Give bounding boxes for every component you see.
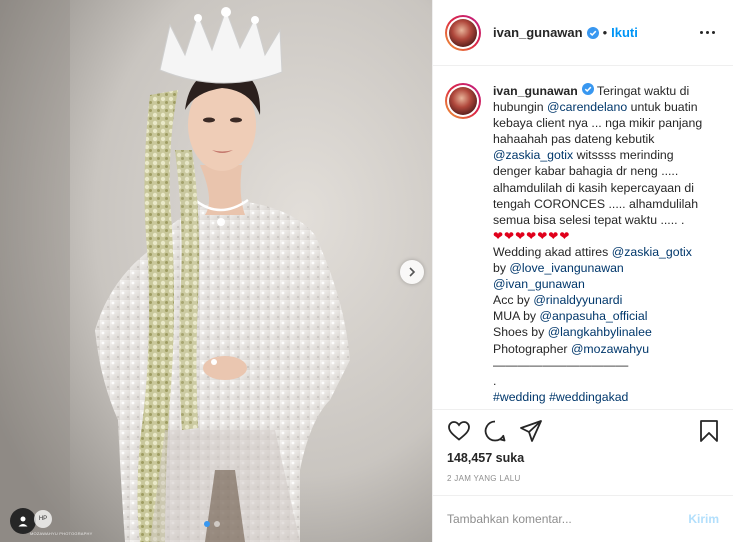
caption-line: alhamdulilah di kasih kepercayaan di xyxy=(493,180,717,196)
mention-link[interactable]: @zaskia_gotix xyxy=(612,245,692,259)
caption-line: hahaahah pas dateng kebutik xyxy=(493,131,717,147)
post-timestamp[interactable]: 2 JAM YANG LALU xyxy=(433,474,733,483)
caption-line: . xyxy=(493,373,717,389)
caption-line: kebaya client nya ... nga mikir panjang xyxy=(493,115,717,131)
mention-link[interactable]: @anpasuha_official xyxy=(539,309,647,323)
caption-line: @zaskia_gotix witssss merinding xyxy=(493,147,717,163)
header-separator: • xyxy=(602,25,608,40)
comment-input[interactable] xyxy=(447,512,689,526)
comment-icon[interactable] xyxy=(483,419,507,443)
caption-line: ❤❤❤❤❤❤❤ xyxy=(493,228,717,244)
caption-text-span: kebaya client nya ... nga mikir panjang xyxy=(493,116,703,131)
caption-text-span: Wedding akad attires xyxy=(493,244,612,259)
caption-line: Photographer @mozawahyu xyxy=(493,341,717,357)
carousel-dot-active xyxy=(204,521,210,527)
more-options-icon[interactable] xyxy=(696,27,719,38)
heart-icon[interactable] xyxy=(447,419,471,443)
mention-link[interactable]: @carendelano xyxy=(547,100,627,114)
caption-text-span: untuk buatin xyxy=(627,100,698,115)
caption-verified-badge-icon xyxy=(581,83,594,95)
carousel-next-button[interactable] xyxy=(400,260,424,284)
caption-line: Shoes by @langkahbylinalee xyxy=(493,324,717,340)
caption-text-span: alhamdulilah di kasih kepercayaan di xyxy=(493,180,694,195)
carousel-indicator xyxy=(204,521,220,527)
post-header: ivan_gunawan • Ikuti xyxy=(433,0,733,66)
mention-link[interactable]: @zaskia_gotix xyxy=(493,148,573,162)
avatar[interactable] xyxy=(445,14,481,51)
caption-text-span: hubungin xyxy=(493,100,548,115)
caption-line: hubungin @carendelano untuk buatin xyxy=(493,99,717,115)
caption-line: denger kabar bahagia dr neng ..... xyxy=(493,163,717,179)
mention-link[interactable]: @rinaldyyunardi xyxy=(533,293,622,307)
caption-avatar[interactable] xyxy=(445,83,481,119)
caption-text-span: tengah CORONCES ..... alhamdulilah xyxy=(493,196,699,211)
follow-button[interactable]: Ikuti xyxy=(611,25,638,40)
likes-count[interactable]: 148,457 suka xyxy=(433,451,733,465)
action-bar xyxy=(433,410,733,452)
caption-line: Wedding akad attires @zaskia_gotix xyxy=(493,244,717,260)
caption-text-span: witssss merinding xyxy=(573,148,674,163)
caption-text-span: Acc by xyxy=(493,293,534,308)
caption-avatar-image xyxy=(449,87,477,115)
hashtag-link[interactable]: #wedding xyxy=(493,390,546,404)
post-comment-button[interactable]: Kirim xyxy=(688,512,719,526)
caption-text-span: MUA by xyxy=(493,309,540,324)
user-icon xyxy=(18,516,28,527)
caption-text-span: ——————————— xyxy=(493,357,629,372)
mention-link[interactable]: @ivan_gunawan xyxy=(493,277,585,291)
header-username[interactable]: ivan_gunawan xyxy=(493,25,583,40)
caption-text-span: hahaahah pas dateng kebutik xyxy=(493,132,655,147)
caption-line: semua bisa selesi tepat waktu ..... . xyxy=(493,212,717,228)
caption-text-span: Shoes by xyxy=(493,325,548,340)
caption-text-span: Teringat waktu di xyxy=(593,84,690,98)
photographer-watermark-logo: HP xyxy=(34,510,52,528)
bride-photo-illustration xyxy=(0,0,432,542)
comment-form: Kirim xyxy=(433,495,733,542)
mention-link[interactable]: @langkahbylinalee xyxy=(548,325,652,339)
caption-line: @ivan_gunawan xyxy=(493,276,717,292)
share-icon[interactable] xyxy=(519,419,543,443)
post-photo[interactable]: HP MOZAWAHYU PHOTOGRAPHY xyxy=(0,0,432,542)
caption-text: ivan_gunawan Teringat waktu di hubungin @… xyxy=(493,83,717,409)
caption-line: Teringat waktu di xyxy=(594,84,689,98)
instagram-post: HP MOZAWAHYU PHOTOGRAPHY ivan_gunawan • … xyxy=(0,0,733,542)
caption-text-span: by xyxy=(493,261,510,276)
mention-link[interactable]: @love_ivangunawan xyxy=(509,261,623,275)
heart-emoji-icon: ❤❤❤❤❤❤❤ xyxy=(493,228,571,243)
caption-section: ivan_gunawan Teringat waktu di hubungin @… xyxy=(433,67,733,409)
caption-line: #wedding #weddingakad xyxy=(493,389,717,405)
bookmark-icon[interactable] xyxy=(697,419,721,443)
avatar-image xyxy=(449,18,477,47)
hashtag-link[interactable]: #weddingakad xyxy=(549,390,628,404)
chevron-right-icon xyxy=(409,267,416,277)
caption-text-span: denger kabar bahagia dr neng ..... xyxy=(493,164,679,179)
post-side-panel: ivan_gunawan • Ikuti ivan_gunawan Tering… xyxy=(432,0,733,542)
post-actions-section: 148,457 suka 2 JAM YANG LALU xyxy=(433,409,733,483)
mention-link[interactable]: @mozawahyu xyxy=(571,342,649,356)
caption-line: ——————————— xyxy=(493,357,717,373)
verified-badge-icon xyxy=(586,26,599,39)
caption-line: Acc by @rinaldyyunardi xyxy=(493,292,717,308)
caption-text-span: . xyxy=(493,373,497,388)
carousel-dot xyxy=(214,521,220,527)
caption-text-span: semua bisa selesi tepat waktu ..... . xyxy=(493,212,685,227)
caption-text-span: Photographer xyxy=(493,341,571,356)
photographer-watermark-text: MOZAWAHYU PHOTOGRAPHY xyxy=(30,531,93,536)
caption-author[interactable]: ivan_gunawan xyxy=(493,84,578,98)
caption-line: tengah CORONCES ..... alhamdulilah xyxy=(493,196,717,212)
caption-line: MUA by @anpasuha_official xyxy=(493,308,717,324)
caption-line: by @love_ivangunawan xyxy=(493,260,717,276)
